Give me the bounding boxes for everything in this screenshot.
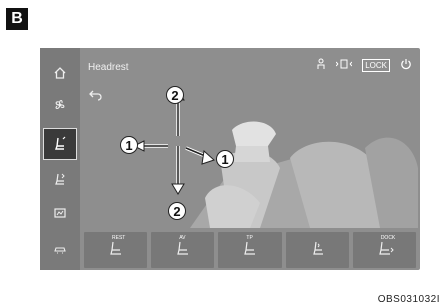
seat-massage-button[interactable] [285,232,349,268]
callout-up: 2 [166,86,184,104]
av-button[interactable]: AV [151,232,215,268]
dock-button[interactable]: DOCK [352,232,417,268]
seat-dock-icon [379,241,394,255]
image-code: OBS031032I [377,294,440,305]
direction-arrows [132,89,215,195]
callout-down: 2 [168,202,186,220]
infotainment-screen: Headrest LOCK 2 1 1 2 REST AV TP DOCK [40,48,420,270]
callout-backward: 1 [216,150,234,168]
rest-button[interactable]: REST [84,232,148,268]
seat-av-icon [177,241,189,255]
seat-massage-icon [312,241,323,255]
callout-forward: 1 [120,136,138,154]
car-icon[interactable] [46,236,74,262]
seat-rest-icon [110,241,121,255]
tp-button[interactable]: TP [218,232,282,268]
seat-tp-icon [244,241,256,255]
bottom-button-bar: REST AV TP DOCK [80,230,420,270]
section-badge: B [6,8,28,30]
